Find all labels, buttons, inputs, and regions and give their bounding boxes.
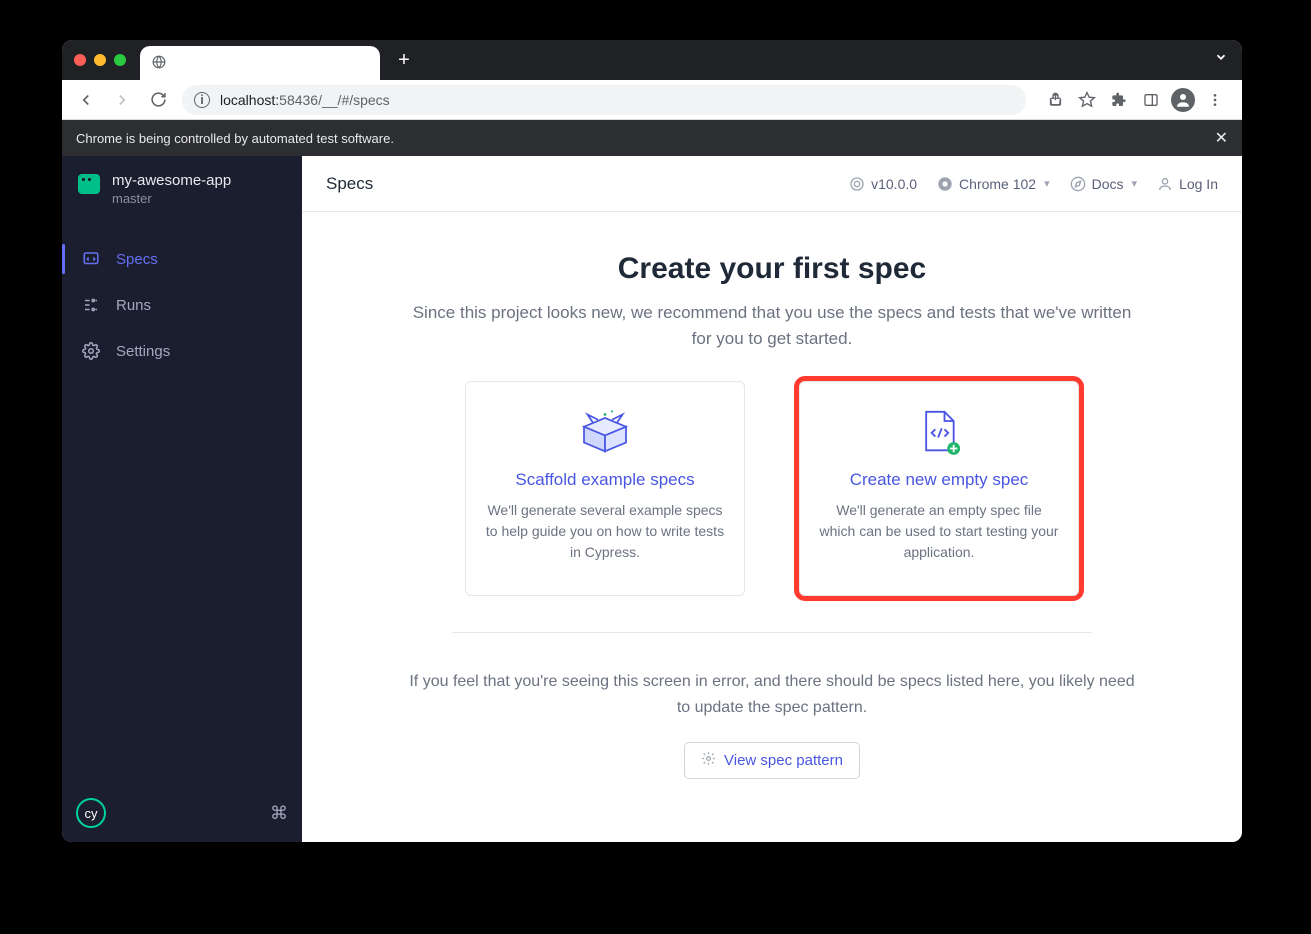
docs-link[interactable]: Docs ▾	[1070, 176, 1137, 192]
card-title: Create new empty spec	[850, 470, 1029, 490]
window-maximize-button[interactable]	[114, 54, 126, 66]
browser-selector[interactable]: Chrome 102 ▾	[937, 176, 1050, 192]
login-button[interactable]: Log In	[1157, 176, 1218, 192]
sidebar: my-awesome-app master Specs Runs	[62, 156, 302, 842]
topbar: Specs v10.0.0 Chrome 102 ▾ Docs ▾	[302, 156, 1242, 212]
project-name: my-awesome-app	[112, 172, 231, 189]
specs-icon	[82, 250, 100, 268]
browser-tab[interactable]	[140, 46, 380, 80]
browser-window: + i localhost:58436/__/#/specs	[62, 40, 1242, 842]
box-icon	[577, 406, 633, 458]
version-indicator[interactable]: v10.0.0	[849, 176, 917, 192]
globe-icon	[152, 55, 166, 72]
sidebar-item-specs[interactable]: Specs	[62, 236, 302, 282]
project-header[interactable]: my-awesome-app master	[62, 156, 302, 218]
automation-banner: Chrome is being controlled by automated …	[62, 120, 1242, 156]
main-heading: Create your first spec	[402, 252, 1142, 286]
project-icon	[78, 174, 100, 194]
sidebar-item-label: Specs	[116, 251, 158, 268]
target-icon	[849, 176, 865, 192]
back-button[interactable]	[70, 84, 102, 116]
automation-message: Chrome is being controlled by automated …	[76, 131, 394, 146]
traffic-lights	[74, 54, 126, 66]
file-icon	[917, 406, 961, 458]
chrome-icon	[937, 176, 953, 192]
kebab-menu-icon[interactable]	[1200, 85, 1230, 115]
compass-icon	[1070, 176, 1086, 192]
address-bar: i localhost:58436/__/#/specs	[62, 80, 1242, 120]
branch-name: master	[112, 191, 231, 206]
card-description: We'll generate an empty spec file which …	[818, 500, 1060, 563]
card-description: We'll generate several example specs to …	[484, 500, 726, 563]
window-minimize-button[interactable]	[94, 54, 106, 66]
side-panel-icon[interactable]	[1136, 85, 1166, 115]
cypress-logo[interactable]: cy	[76, 798, 106, 828]
user-icon	[1157, 176, 1173, 192]
url-text: localhost:58436/__/#/specs	[220, 92, 390, 108]
footer-text: If you feel that you're seeing this scre…	[402, 669, 1142, 720]
forward-button[interactable]	[106, 84, 138, 116]
cards-row: Scaffold example specs We'll generate se…	[402, 381, 1142, 596]
empty-spec-card[interactable]: Create new empty spec We'll generate an …	[799, 381, 1079, 596]
sidebar-item-runs[interactable]: Runs	[62, 282, 302, 328]
window-close-button[interactable]	[74, 54, 86, 66]
scaffold-card[interactable]: Scaffold example specs We'll generate se…	[465, 381, 745, 596]
new-tab-button[interactable]: +	[390, 46, 418, 74]
sidebar-item-label: Settings	[116, 343, 170, 360]
title-bar: +	[62, 40, 1242, 80]
page-title: Specs	[326, 174, 829, 194]
settings-icon	[82, 342, 100, 360]
main-panel: Specs v10.0.0 Chrome 102 ▾ Docs ▾	[302, 156, 1242, 842]
gear-icon	[701, 751, 716, 770]
omnibox[interactable]: i localhost:58436/__/#/specs	[182, 85, 1026, 115]
bookmark-icon[interactable]	[1072, 85, 1102, 115]
content: Create your first spec Since this projec…	[362, 212, 1182, 819]
keyboard-shortcut-icon[interactable]: ⌘	[270, 803, 288, 824]
share-icon[interactable]	[1040, 85, 1070, 115]
tab-list-button[interactable]	[1214, 50, 1228, 67]
sub-heading: Since this project looks new, we recomme…	[402, 300, 1142, 351]
sidebar-item-label: Runs	[116, 297, 151, 314]
profile-avatar[interactable]	[1168, 85, 1198, 115]
sidebar-item-settings[interactable]: Settings	[62, 328, 302, 374]
app-body: my-awesome-app master Specs Runs	[62, 156, 1242, 842]
reload-button[interactable]	[142, 84, 174, 116]
extensions-icon[interactable]	[1104, 85, 1134, 115]
chevron-down-icon: ▾	[1132, 177, 1138, 190]
card-title: Scaffold example specs	[515, 470, 694, 490]
sidebar-nav: Specs Runs Settings	[62, 236, 302, 374]
close-icon[interactable]: ✕	[1215, 128, 1228, 148]
site-info-icon[interactable]: i	[194, 92, 210, 108]
runs-icon	[82, 296, 100, 314]
view-spec-pattern-button[interactable]: View spec pattern	[684, 742, 860, 779]
divider	[452, 632, 1092, 633]
chevron-down-icon: ▾	[1044, 177, 1050, 190]
